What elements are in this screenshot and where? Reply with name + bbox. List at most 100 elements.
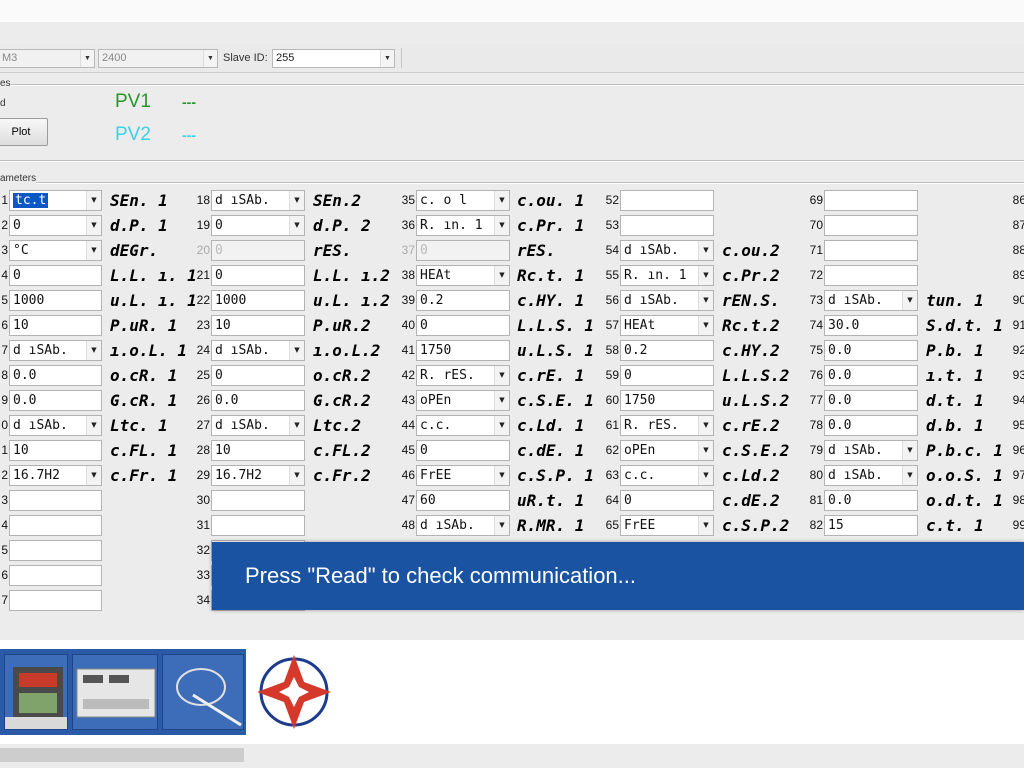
param-input[interactable]: 0.0: [9, 390, 102, 411]
param-input[interactable]: [9, 515, 102, 536]
param-input[interactable]: 0: [9, 265, 102, 286]
param-input[interactable]: 30.0: [824, 315, 918, 336]
plot-button[interactable]: Plot: [0, 118, 48, 146]
param-select[interactable]: c.c. ▼: [416, 415, 510, 436]
param-select[interactable]: HEAt ▼: [620, 315, 714, 336]
param-input[interactable]: 0.2: [416, 290, 510, 311]
param-select[interactable]: d ıSAb. ▼: [416, 515, 510, 536]
param-input[interactable]: 0: [620, 365, 714, 386]
param-select[interactable]: 16.7H2 ▼: [211, 465, 305, 486]
param-input[interactable]: 0: [211, 365, 305, 386]
param-select[interactable]: d ıSAb. ▼: [824, 465, 918, 486]
chevron-down-icon: ▼: [494, 366, 509, 385]
param-number: 3: [1, 243, 8, 257]
param-number: 70: [809, 218, 823, 232]
param-value: d ıSAb.: [828, 468, 883, 483]
horizontal-scrollbar[interactable]: [0, 748, 244, 762]
param-select[interactable]: R. rES. ▼: [620, 415, 714, 436]
param-value: 0: [215, 243, 223, 258]
param-value: FrEE: [420, 468, 452, 483]
param-select[interactable]: tc.t ▼: [9, 190, 102, 211]
param-input[interactable]: 0: [416, 440, 510, 461]
param-input[interactable]: [620, 215, 714, 236]
param-select[interactable]: HEAt ▼: [416, 265, 510, 286]
param-input[interactable]: [824, 215, 918, 236]
param-select[interactable]: c.c. ▼: [620, 465, 714, 486]
param-value: tc.t: [13, 193, 49, 208]
param-select[interactable]: d ıSAb. ▼: [620, 290, 714, 311]
param-select[interactable]: d ıSAb. ▼: [824, 290, 918, 311]
chevron-down-icon: ▼: [494, 516, 509, 535]
param-select[interactable]: oPEn ▼: [416, 390, 510, 411]
param-number: 35: [401, 193, 415, 207]
param-select[interactable]: d ıSAb. ▼: [211, 190, 305, 211]
param-number: 42: [401, 368, 415, 382]
param-input[interactable]: 0: [416, 315, 510, 336]
param-select[interactable]: 16.7H2 ▼: [9, 465, 102, 486]
param-select[interactable]: °C ▼: [9, 240, 102, 261]
param-input[interactable]: 0: [620, 490, 714, 511]
param-input[interactable]: 0.0: [824, 490, 918, 511]
param-input[interactable]: [620, 190, 714, 211]
param-value: d ıSAb.: [215, 343, 270, 358]
baud-select[interactable]: 2400 ▼: [98, 49, 218, 68]
param-input[interactable]: 1750: [416, 340, 510, 361]
baud-value: 2400: [102, 52, 127, 64]
param-input[interactable]: 0.0: [211, 390, 305, 411]
param-select[interactable]: d ıSAb. ▼: [211, 340, 305, 361]
param-select[interactable]: R. ın. 1 ▼: [416, 215, 510, 236]
param-select[interactable]: 0 ▼: [9, 215, 102, 236]
param-input[interactable]: 0.0: [824, 390, 918, 411]
param-select[interactable]: 0 ▼: [211, 215, 305, 236]
param-code-label: c.t. 1: [926, 516, 984, 535]
param-code-label: rES.: [313, 241, 352, 260]
param-number: 58: [605, 343, 619, 357]
param-input[interactable]: 10: [211, 440, 305, 461]
param-select[interactable]: R. rES. ▼: [416, 365, 510, 386]
param-select[interactable]: R. ın. 1 ▼: [620, 265, 714, 286]
param-input[interactable]: [9, 540, 102, 561]
param-input[interactable]: 10: [9, 315, 102, 336]
param-select[interactable]: oPEn ▼: [620, 440, 714, 461]
param-input[interactable]: 10: [211, 315, 305, 336]
param-input[interactable]: [824, 240, 918, 261]
param-input[interactable]: [211, 490, 305, 511]
slave-id-select[interactable]: 255 ▼: [272, 49, 395, 68]
param-number: 76: [809, 368, 823, 382]
param-input[interactable]: [211, 515, 305, 536]
param-input[interactable]: 60: [416, 490, 510, 511]
param-input[interactable]: 10: [9, 440, 102, 461]
param-input[interactable]: 0.0: [824, 415, 918, 436]
port-select[interactable]: M3 ▼: [0, 49, 95, 68]
param-value: 0: [420, 443, 428, 458]
param-input[interactable]: 0.0: [9, 365, 102, 386]
param-number: 59: [605, 368, 619, 382]
param-input[interactable]: [9, 590, 102, 611]
param-input[interactable]: [9, 490, 102, 511]
param-input[interactable]: [9, 565, 102, 586]
param-code-label: L.L.S.2: [722, 366, 790, 385]
param-select[interactable]: FrEE ▼: [620, 515, 714, 536]
param-select[interactable]: FrEE ▼: [416, 465, 510, 486]
param-input[interactable]: 0.0: [824, 340, 918, 361]
param-input[interactable]: 0.0: [824, 365, 918, 386]
param-input[interactable]: [824, 265, 918, 286]
param-select[interactable]: d ıSAb. ▼: [9, 415, 102, 436]
param-select[interactable]: d ıSAb. ▼: [9, 340, 102, 361]
chevron-down-icon: ▼: [80, 50, 94, 67]
param-code-label: c.Pr. 1: [517, 216, 585, 235]
param-input[interactable]: 1750: [620, 390, 714, 411]
param-number: 18: [196, 193, 210, 207]
param-input[interactable]: 0: [211, 265, 305, 286]
param-select[interactable]: c. o l ▼: [416, 190, 510, 211]
param-select[interactable]: d ıSAb. ▼: [211, 415, 305, 436]
param-input[interactable]: 15: [824, 515, 918, 536]
param-input[interactable]: 1000: [211, 290, 305, 311]
param-select[interactable]: d ıSAb. ▼: [620, 240, 714, 261]
param-value: d ıSAb.: [215, 193, 270, 208]
param-input[interactable]: 1000: [9, 290, 102, 311]
param-input[interactable]: 0.2: [620, 340, 714, 361]
param-number: 72: [809, 268, 823, 282]
param-select[interactable]: d ıSAb. ▼: [824, 440, 918, 461]
param-input[interactable]: [824, 190, 918, 211]
